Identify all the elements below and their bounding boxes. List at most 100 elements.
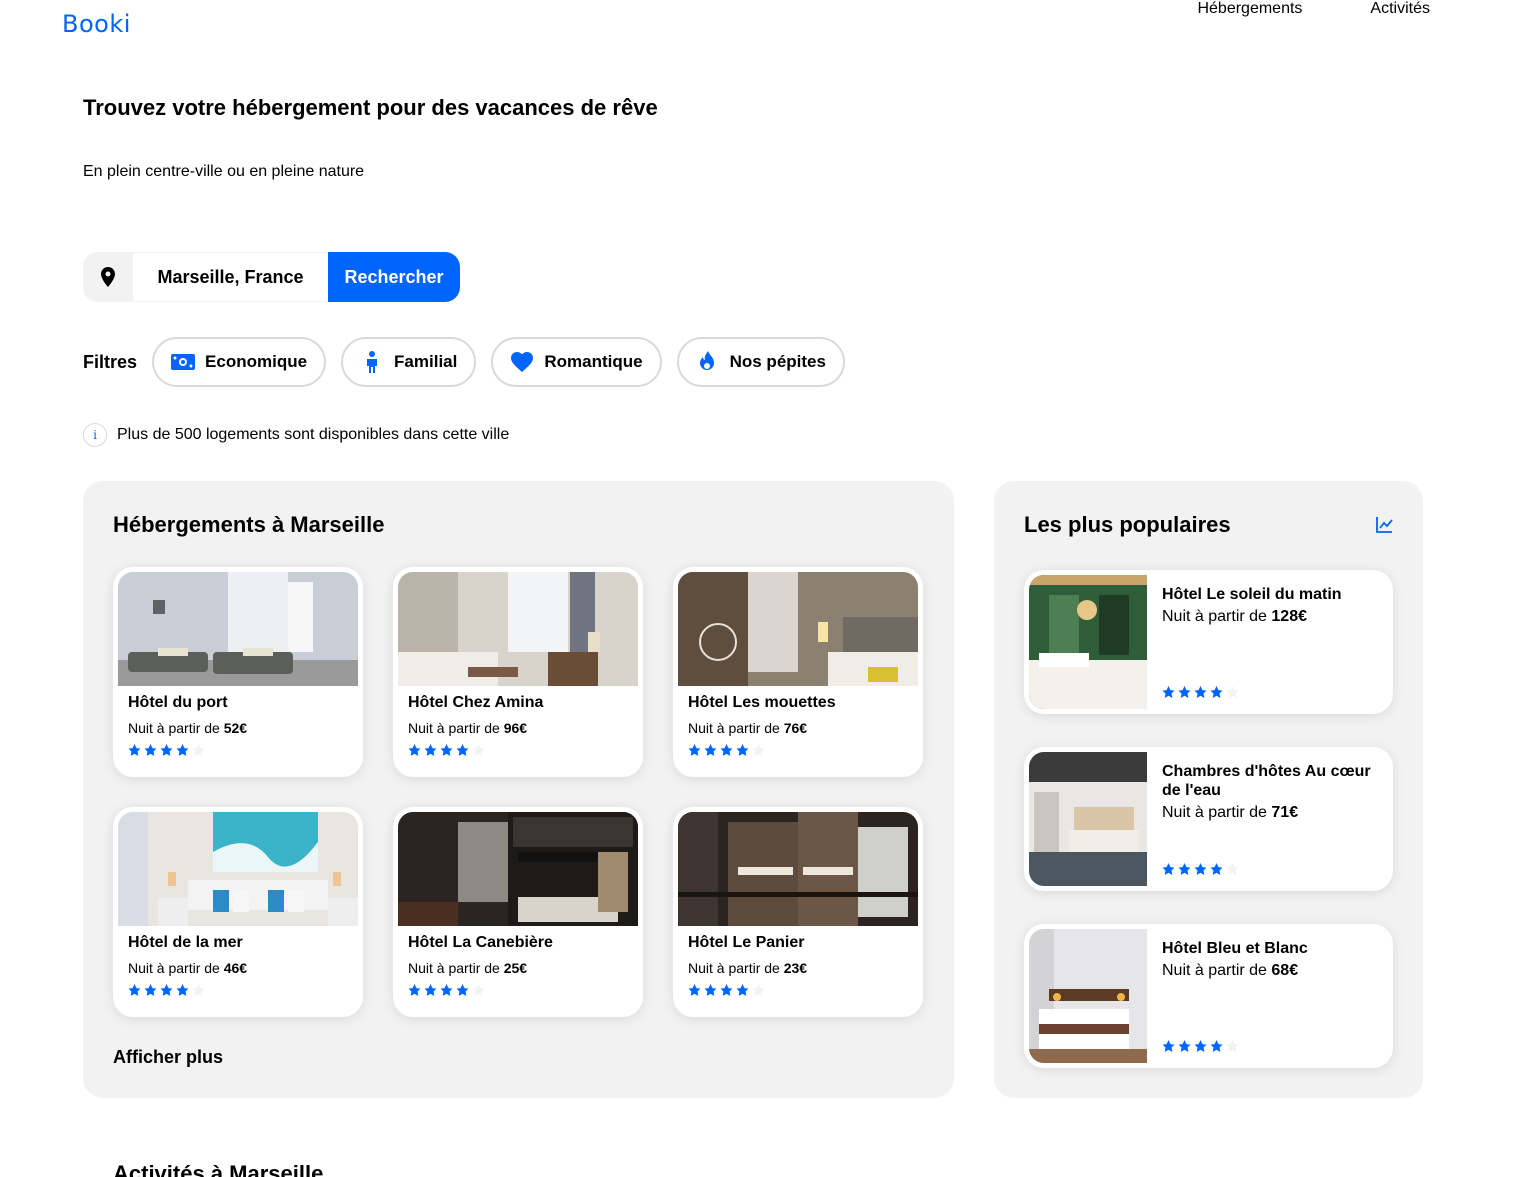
star-filled-icon [1178,686,1191,698]
star-filled-icon [456,744,469,756]
page-subtitle: En plein centre-ville ou en pleine natur… [83,163,365,180]
star-filled-icon [128,744,141,756]
hotel-name: Chambres d'hôtes Au cœur de l'eau [1162,763,1371,799]
popular-title: Les plus populaires [1024,512,1231,537]
star-filled-icon [424,744,437,756]
star-filled-icon [1210,863,1223,875]
hotel-photo [1029,752,1147,886]
filter-economique[interactable]: Economique [152,337,327,387]
hotel-name: Hôtel Chez Amina [408,694,544,711]
hotel-price: Nuit à partir de 71€ [1162,804,1299,821]
page-title: Trouvez votre hébergement pour des vacan… [83,95,658,120]
star-filled-icon [736,744,749,756]
hotel-card[interactable]: Hôtel Chez Amina Nuit à partir de 96€ [393,567,643,777]
star-filled-icon [720,984,733,996]
activities-title: Activités à Marseille [113,1161,324,1177]
hotel-photo [1029,929,1147,1063]
hotel-price: Nuit à partir de 76€ [688,720,808,736]
rating-stars [1162,686,1239,699]
star-filled-icon [1194,1040,1207,1052]
star-filled-icon [440,744,453,756]
star-empty-icon [192,984,205,996]
star-filled-icon [408,984,421,996]
star-filled-icon [1194,686,1207,698]
hotel-card[interactable]: Hôtel Le Panier Nuit à partir de 23€ [673,807,923,1017]
logo[interactable]: Booki [62,10,131,38]
star-filled-icon [720,744,733,756]
star-filled-icon [128,984,141,996]
main-nav: Hébergements Activités [1197,0,1430,18]
search-bar: Marseille, France Rechercher [83,252,460,302]
hotel-name: Hôtel de la mer [128,934,243,951]
hotel-card[interactable]: Hôtel La Canebière Nuit à partir de 25€ [393,807,643,1017]
nav-link-hebergements[interactable]: Hébergements [1197,0,1302,18]
star-filled-icon [1162,863,1175,875]
star-filled-icon [160,984,173,996]
hotel-card[interactable]: Hôtel de la mer Nuit à partir de 46€ [113,807,363,1017]
star-filled-icon [688,984,701,996]
hotel-card[interactable]: Hôtel du port Nuit à partir de 52€ [113,567,363,777]
hotel-photo [118,572,358,686]
search-button[interactable]: Rechercher [328,252,460,302]
show-more-link[interactable]: Afficher plus [113,1047,223,1068]
money-icon [171,350,196,374]
star-filled-icon [144,744,157,756]
star-filled-icon [424,984,437,996]
filter-nos-pepites[interactable]: Nos pépites [676,337,845,387]
popular-hotel-card[interactable]: Chambres d'hôtes Au cœur de l'eau Nuit à… [1024,747,1393,891]
heart-icon [510,350,534,374]
listing-grid: Hôtel du port Nuit à partir de 52€ Hôtel… [113,567,923,1017]
star-filled-icon [1162,1040,1175,1052]
hotel-name: Hôtel Les mouettes [688,694,836,711]
star-filled-icon [1178,863,1191,875]
popular-hotel-card[interactable]: Hôtel Le soleil du matin Nuit à partir d… [1024,570,1393,714]
filter-label: Familial [394,352,458,371]
hotel-photo [678,572,918,686]
hotel-photo [1029,575,1147,709]
star-filled-icon [176,984,189,996]
filter-bar: Filtres Economique Familial Romantique N… [83,337,860,387]
hotel-price: Nuit à partir de 128€ [1162,608,1307,625]
filter-familial[interactable]: Familial [341,337,477,387]
fire-icon [696,350,720,374]
info-icon: i [83,423,107,447]
star-empty-icon [1226,863,1239,875]
star-filled-icon [1194,863,1207,875]
filter-romantique[interactable]: Romantique [491,337,662,387]
star-filled-icon [1162,686,1175,698]
trending-chart-icon [1376,517,1393,533]
star-empty-icon [1226,686,1239,698]
popular-section: Les plus populaires Hôtel Le soleil du m… [994,481,1423,1098]
rating-stars [688,744,918,757]
listing-section: Hébergements à Marseille Hôtel du port N… [83,481,954,1098]
star-empty-icon [1226,1040,1239,1052]
info-message: i Plus de 500 logements sont disponibles… [83,423,509,447]
star-filled-icon [688,744,701,756]
popular-list: Hôtel Le soleil du matin Nuit à partir d… [1024,570,1393,1101]
nav-link-activites[interactable]: Activités [1370,0,1430,18]
rating-stars [128,984,358,997]
hotel-photo [678,812,918,926]
star-empty-icon [472,984,485,996]
rating-stars [408,744,638,757]
star-filled-icon [704,744,717,756]
location-pin-icon [83,252,133,302]
hotel-name: Hôtel du port [128,694,228,711]
hotel-photo [398,812,638,926]
hotel-price: Nuit à partir de 96€ [408,720,528,736]
filter-label: Romantique [544,352,643,371]
hotel-price: Nuit à partir de 52€ [128,720,248,736]
hotel-price: Nuit à partir de 68€ [1162,962,1299,979]
popular-hotel-card[interactable]: Hôtel Bleu et Blanc Nuit à partir de 68€ [1024,924,1393,1068]
hotel-name: Hôtel Le soleil du matin [1162,586,1342,603]
hotel-card[interactable]: Hôtel Les mouettes Nuit à partir de 76€ [673,567,923,777]
filters-label: Filtres [83,351,138,372]
rating-stars [688,984,918,997]
star-empty-icon [752,744,765,756]
hotel-name: Hôtel La Canebière [408,934,553,951]
info-text: Plus de 500 logements sont disponibles d… [117,426,510,443]
search-location-input[interactable]: Marseille, France [133,252,328,302]
star-filled-icon [1210,686,1223,698]
rating-stars [1162,1040,1239,1053]
filter-label: Economique [205,352,308,371]
